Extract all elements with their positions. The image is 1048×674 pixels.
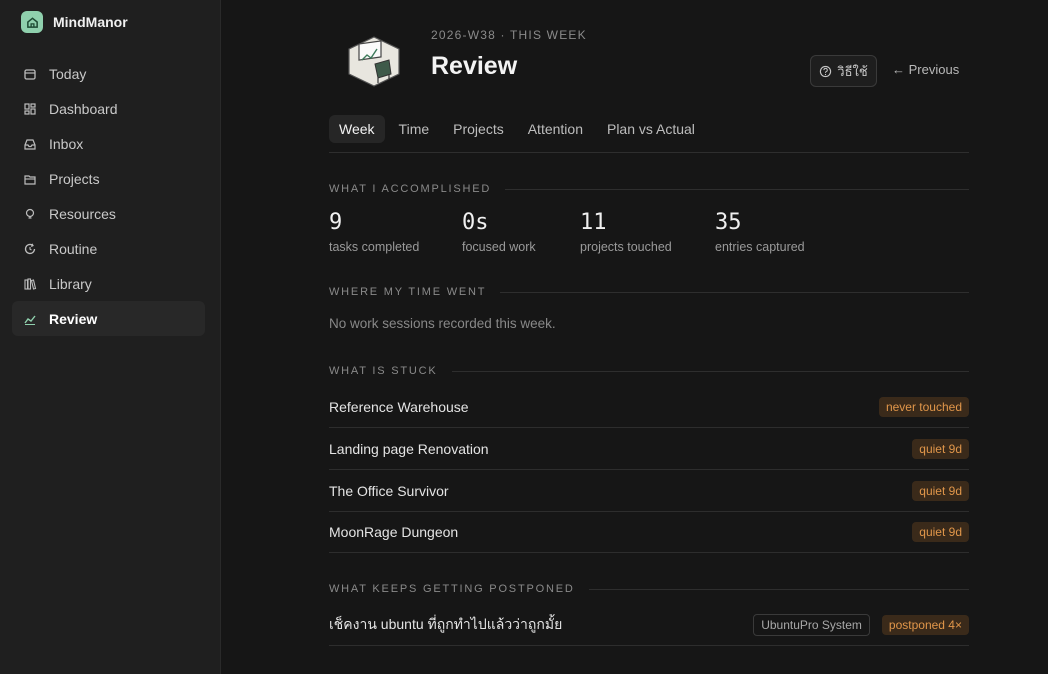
status-badge: quiet 9d bbox=[912, 438, 969, 459]
section-heading-time: WHERE MY TIME WENT bbox=[329, 286, 969, 298]
stat-value: 0s bbox=[462, 210, 489, 235]
tab-week[interactable]: Week bbox=[329, 115, 385, 143]
status-badge: quiet 9d bbox=[912, 480, 969, 501]
sidebar-item-label: Routine bbox=[49, 240, 98, 257]
tab-plan-vs-actual[interactable]: Plan vs Actual bbox=[597, 115, 705, 143]
stuck-item-title: Landing page Renovation bbox=[329, 440, 489, 457]
postponed-item-title: เช็คงาน ubuntu ที่ถูกทำไปแล้วว่าถูกมั้ย bbox=[329, 615, 563, 632]
folder-icon bbox=[24, 174, 36, 185]
section-heading-text: WHERE MY TIME WENT bbox=[329, 286, 487, 298]
inbox-icon bbox=[24, 138, 36, 150]
sidebar-item-label: Library bbox=[49, 275, 92, 292]
stat-caption: entries captured bbox=[715, 240, 805, 254]
status-badge: postponed 4× bbox=[881, 614, 969, 635]
stat-entries-captured: 35 entries captured bbox=[715, 210, 805, 254]
stat-caption: tasks completed bbox=[329, 240, 420, 254]
stuck-item-title: MoonRage Dungeon bbox=[329, 523, 459, 540]
brand[interactable]: MindManor bbox=[21, 11, 128, 33]
postponed-item-row[interactable]: เช็คงาน ubuntu ที่ถูกทำไปแล้วว่าถูกมั้ย … bbox=[329, 604, 969, 646]
sidebar-item-today[interactable]: Today bbox=[12, 56, 205, 91]
app-name: MindManor bbox=[53, 14, 128, 30]
review-illustration-icon bbox=[348, 36, 400, 87]
stuck-item-row[interactable]: The Office Survivor quiet 9d bbox=[329, 470, 969, 512]
stat-value: 35 bbox=[715, 210, 742, 235]
stuck-item-title: Reference Warehouse bbox=[329, 398, 469, 415]
grid-icon bbox=[24, 102, 36, 115]
help-button-label: วิธีใช้ bbox=[837, 63, 868, 79]
stat-value: 9 bbox=[329, 210, 343, 235]
stat-focused-work: 0s focused work bbox=[462, 210, 536, 254]
stuck-item-row[interactable]: MoonRage Dungeon quiet 9d bbox=[329, 511, 969, 553]
sidebar-item-label: Inbox bbox=[49, 135, 84, 152]
tab-time[interactable]: Time bbox=[389, 115, 440, 143]
sidebar-item-dashboard[interactable]: Dashboard bbox=[12, 91, 205, 126]
lightbulb-icon bbox=[25, 208, 35, 219]
sidebar-item-label: Resources bbox=[49, 205, 116, 222]
stuck-item-title: The Office Survivor bbox=[329, 482, 449, 499]
stat-value: 11 bbox=[580, 210, 607, 235]
stuck-item-row[interactable]: Landing page Renovation quiet 9d bbox=[329, 428, 969, 470]
status-badge: never touched bbox=[878, 396, 969, 417]
empty-state-text: No work sessions recorded this week. bbox=[329, 316, 556, 331]
week-label: 2026-W38 · THIS WEEK bbox=[431, 28, 587, 42]
sun-icon bbox=[24, 68, 36, 80]
stat-caption: projects touched bbox=[580, 240, 672, 254]
section-heading-postponed: WHAT KEEPS GETTING POSTPONED bbox=[329, 583, 969, 595]
tab-projects[interactable]: Projects bbox=[443, 115, 514, 143]
sidebar-item-projects[interactable]: Projects bbox=[12, 161, 205, 196]
review-tabs: Week Time Projects Attention Plan vs Act… bbox=[329, 115, 969, 153]
help-button[interactable]: วิธีใช้ bbox=[810, 55, 877, 87]
page-title: Review bbox=[431, 52, 518, 80]
stuck-item-row[interactable]: Reference Warehouse never touched bbox=[329, 386, 969, 428]
previous-week-button[interactable]: ← Previous bbox=[892, 62, 959, 77]
help-circle-icon bbox=[820, 65, 832, 77]
sidebar-nav: Today Dashboard Inbox Projects Resources… bbox=[12, 56, 205, 336]
stat-caption: focused work bbox=[462, 240, 536, 254]
project-chip[interactable]: UbuntuPro System bbox=[753, 613, 870, 636]
home-icon bbox=[21, 11, 43, 33]
stat-tasks-completed: 9 tasks completed bbox=[329, 210, 419, 254]
section-heading-text: WHAT I ACCOMPLISHED bbox=[329, 183, 492, 195]
sidebar: MindManor Today Dashboard Inbox Projects… bbox=[0, 0, 221, 674]
status-badge: quiet 9d bbox=[912, 521, 969, 542]
stat-projects-touched: 11 projects touched bbox=[580, 210, 672, 254]
section-heading-stuck: WHAT IS STUCK bbox=[329, 365, 969, 377]
trend-line-icon bbox=[24, 315, 36, 325]
section-heading-text: WHAT KEEPS GETTING POSTPONED bbox=[329, 583, 575, 595]
sidebar-item-routine[interactable]: Routine bbox=[12, 231, 205, 266]
sidebar-item-library[interactable]: Library bbox=[12, 266, 205, 301]
section-heading-text: WHAT IS STUCK bbox=[329, 365, 438, 377]
section-heading-accomplished: WHAT I ACCOMPLISHED bbox=[329, 183, 969, 195]
sidebar-item-label: Review bbox=[49, 310, 98, 327]
sidebar-item-label: Today bbox=[49, 65, 87, 82]
sidebar-item-inbox[interactable]: Inbox bbox=[12, 126, 205, 161]
sidebar-item-review[interactable]: Review bbox=[12, 301, 205, 336]
books-icon bbox=[24, 277, 37, 290]
sidebar-item-resources[interactable]: Resources bbox=[12, 196, 205, 231]
main-panel: 2026-W38 · THIS WEEK Review วิธีใช้ ← Pr… bbox=[221, 0, 1048, 674]
tab-attention[interactable]: Attention bbox=[518, 115, 593, 143]
sidebar-item-label: Projects bbox=[49, 170, 100, 187]
sidebar-item-label: Dashboard bbox=[49, 100, 118, 117]
refresh-icon bbox=[24, 243, 36, 254]
